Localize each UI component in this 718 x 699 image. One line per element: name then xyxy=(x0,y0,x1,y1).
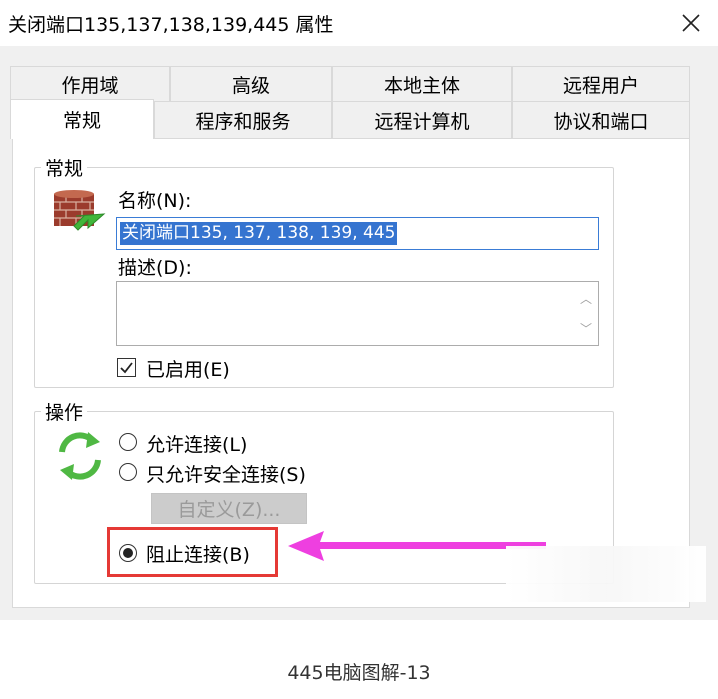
tab-protocols-ports[interactable]: 协议和端口 xyxy=(512,101,690,139)
close-button[interactable] xyxy=(664,0,718,46)
description-field[interactable]: ︿ ﹀ xyxy=(116,281,599,346)
blurred-watermark xyxy=(506,546,706,602)
name-label: 名称(N): xyxy=(118,190,192,212)
scroll-down-icon[interactable]: ﹀ xyxy=(580,320,592,337)
firewall-rule-icon xyxy=(54,190,106,231)
allow-connection-radio[interactable] xyxy=(119,433,137,451)
allow-connection-label[interactable]: 允许连接(L) xyxy=(146,430,247,457)
enabled-label[interactable]: 已启用(E) xyxy=(146,355,230,382)
tab-local-principals[interactable]: 本地主体 xyxy=(332,66,512,102)
image-caption: 445电脑图解-13 xyxy=(287,662,431,684)
tab-advanced[interactable]: 高级 xyxy=(170,66,332,102)
tab-programs-services[interactable]: 程序和服务 xyxy=(154,101,332,139)
enabled-checkbox[interactable] xyxy=(117,358,136,377)
description-scrollbar[interactable]: ︿ ﹀ xyxy=(574,282,598,345)
title-bar: 关闭端口135,137,138,139,445 属性 xyxy=(0,0,718,46)
properties-dialog: 关闭端口135,137,138,139,445 属性 作用域 高级 本地主体 远… xyxy=(0,0,718,620)
allow-secure-connection-radio[interactable] xyxy=(119,463,137,481)
customize-button[interactable]: 自定义(Z)... xyxy=(151,493,307,524)
tab-scope[interactable]: 作用域 xyxy=(10,66,170,102)
window-title: 关闭端口135,137,138,139,445 属性 xyxy=(8,14,334,36)
general-legend: 常规 xyxy=(45,158,84,180)
description-label: 描述(D): xyxy=(118,257,192,279)
checkmark-icon xyxy=(120,362,133,374)
refresh-arrows-icon xyxy=(59,432,101,480)
close-icon xyxy=(682,14,700,32)
action-legend: 操作 xyxy=(45,402,84,424)
name-field-value: 关闭端口135, 137, 138, 139, 445 xyxy=(120,222,398,245)
tab-remote-computers[interactable]: 远程计算机 xyxy=(332,101,512,139)
allow-secure-connection-label[interactable]: 只允许安全连接(S) xyxy=(146,460,306,487)
name-field[interactable]: 关闭端口135, 137, 138, 139, 445 xyxy=(116,217,599,250)
highlight-box xyxy=(107,527,278,577)
scroll-up-icon[interactable]: ︿ xyxy=(580,290,592,307)
tab-general[interactable]: 常规 xyxy=(10,99,154,139)
tab-remote-users[interactable]: 远程用户 xyxy=(512,66,690,102)
